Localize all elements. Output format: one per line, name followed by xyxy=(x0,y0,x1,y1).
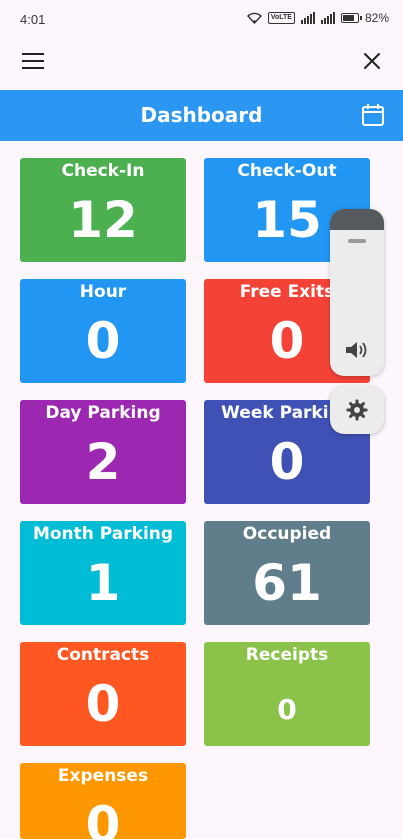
signal-icon xyxy=(300,12,315,24)
card-label: Receipts xyxy=(245,645,329,665)
page-title: Dashboard xyxy=(140,103,263,127)
card-value: 0 xyxy=(85,675,121,733)
card-contracts[interactable]: Contracts 0 xyxy=(20,642,186,746)
card-label: Occupied xyxy=(242,524,332,544)
top-app-bar xyxy=(0,38,403,88)
card-label: Contracts xyxy=(56,645,150,665)
card-label: Month Parking xyxy=(32,524,174,544)
card-value: 0 xyxy=(85,312,121,370)
card-label: Check-Out xyxy=(237,161,337,181)
card-value: 61 xyxy=(252,554,322,612)
status-time: 4:01 xyxy=(20,12,46,27)
card-receipts[interactable]: Receipts 0 xyxy=(204,642,370,746)
card-value: 1 xyxy=(85,554,121,612)
volte-badge: VoLTE xyxy=(267,12,295,24)
card-hour[interactable]: Hour 0 xyxy=(20,279,186,383)
volume-panel-header xyxy=(330,209,384,230)
close-icon[interactable] xyxy=(361,50,383,72)
volume-slider-handle[interactable] xyxy=(348,239,366,243)
dashboard-header: Dashboard xyxy=(0,90,403,141)
wifi-icon xyxy=(246,12,262,24)
card-label: Expenses xyxy=(57,766,149,786)
card-expenses[interactable]: Expenses 0 xyxy=(20,763,186,839)
card-day-parking[interactable]: Day Parking 2 xyxy=(20,400,186,504)
signal-icon-2 xyxy=(320,12,335,24)
status-bar: 4:01 VoLTE 82% xyxy=(0,0,403,38)
settings-button[interactable] xyxy=(330,386,384,434)
volume-panel[interactable] xyxy=(330,209,384,376)
menu-icon[interactable] xyxy=(22,53,44,71)
card-label: Check-In xyxy=(61,161,145,181)
calendar-icon[interactable] xyxy=(360,102,386,128)
gear-icon xyxy=(346,399,368,421)
card-occupied[interactable]: Occupied 61 xyxy=(204,521,370,625)
card-value: 0 xyxy=(277,693,297,726)
volume-icon[interactable] xyxy=(344,339,370,361)
card-value: 2 xyxy=(85,433,121,491)
battery-percent: 82% xyxy=(364,11,389,25)
card-value: 0 xyxy=(269,433,305,491)
card-value: 0 xyxy=(85,796,121,839)
card-value: 12 xyxy=(68,191,138,249)
status-icons: VoLTE 82% xyxy=(246,11,389,25)
card-check-in[interactable]: Check-In 12 xyxy=(20,158,186,262)
card-label: Hour xyxy=(79,282,127,302)
card-label: Day Parking xyxy=(45,403,161,423)
battery-icon xyxy=(340,13,362,23)
card-month-parking[interactable]: Month Parking 1 xyxy=(20,521,186,625)
